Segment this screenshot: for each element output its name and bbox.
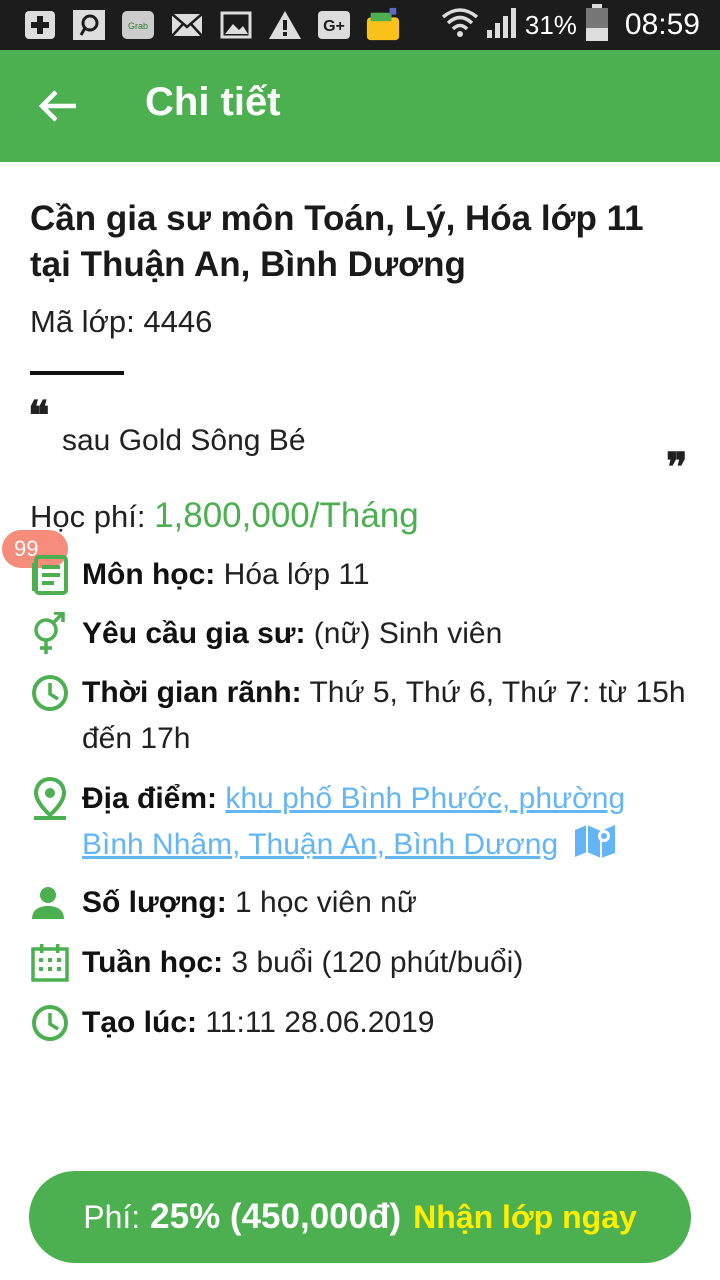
svg-text:Grab: Grab — [128, 21, 148, 31]
wifi-icon — [441, 6, 479, 45]
system-status: 31% 08:59 — [441, 0, 700, 50]
search-app-icon — [71, 9, 107, 41]
status-bar: Grab G+ 31% 08:59 — [0, 0, 720, 50]
image-icon — [218, 9, 254, 41]
time-label: Thời gian rãnh: — [82, 676, 302, 709]
clock: 08:59 — [624, 8, 700, 41]
detail-quantity: Số lượng: 1 học viên nữ — [30, 880, 690, 926]
plus-icon — [22, 9, 58, 41]
subject-value: Hóa lớp 11 — [215, 558, 370, 591]
service-fee: 25% (450,000đ) — [150, 1197, 402, 1236]
location-pin-icon — [30, 776, 82, 822]
detail-created-at: Tạo lúc: 11:11 28.06.2019 — [30, 1000, 690, 1046]
class-code-value: 4446 — [143, 304, 213, 339]
quote-close-icon: ❞ — [666, 444, 688, 491]
class-code-label: Mã lớp: — [30, 304, 144, 339]
calendar-icon — [30, 940, 82, 986]
back-button[interactable] — [28, 76, 88, 136]
svg-text:G+: G+ — [323, 18, 345, 35]
detail-free-time: Thời gian rãnh: Thứ 5, Thứ 6, Thứ 7: từ … — [30, 670, 690, 762]
accept-class-button[interactable]: Phí: 25% (450,000đ) Nhận lớp ngay — [29, 1171, 691, 1263]
document-icon — [30, 552, 82, 598]
map-icon[interactable] — [573, 822, 617, 874]
listing-note: sau Gold Sông Bé — [62, 424, 306, 457]
week-label: Tuần học: — [82, 946, 224, 979]
battery-icon — [585, 3, 609, 47]
app-bar: Chi tiết — [0, 50, 720, 162]
detail-subject: Môn học: Hóa lớp 11 — [30, 552, 690, 598]
detail-tutor-requirement: Yêu cầu gia sư: (nữ) Sinh viên — [30, 611, 690, 657]
location-label: Địa điểm: — [82, 782, 218, 815]
tuition-fee-label: Học phí: — [30, 499, 155, 534]
page-title: Chi tiết — [145, 80, 281, 124]
signal-icon — [485, 6, 519, 45]
clock-icon — [30, 670, 82, 716]
class-code: Mã lớp: 4446 — [30, 304, 212, 340]
battery-percent: 31% — [524, 9, 577, 40]
warning-icon — [267, 9, 303, 41]
detail-location: Địa điểm: khu phố Bình Phước, phường Bìn… — [30, 776, 690, 874]
created-label: Tạo lúc: — [82, 1006, 198, 1039]
google-plus-icon: G+ — [316, 9, 352, 41]
tuition-fee-value: 1,800,000/Tháng — [154, 496, 419, 535]
quantity-value: 1 học viên nữ — [226, 886, 417, 919]
week-value: 3 buổi (120 phút/buổi) — [223, 946, 524, 979]
notification-icons: Grab G+ — [22, 6, 414, 44]
wallet-icon — [365, 7, 401, 41]
quote-open-icon: ❝ — [28, 392, 50, 439]
detail-weekly-sessions: Tuần học: 3 buổi (120 phút/buổi) — [30, 940, 690, 986]
fee-prefix: Phí: — [83, 1198, 141, 1235]
accept-class-label: Nhận lớp ngay — [413, 1198, 637, 1235]
subject-label: Môn học: — [82, 558, 216, 591]
listing-title: Cần gia sư môn Toán, Lý, Hóa lớp 11 tại … — [30, 199, 644, 284]
mail-icon — [169, 9, 205, 41]
tutor-value: (nữ) Sinh viên — [305, 617, 503, 650]
gender-icon — [30, 611, 82, 657]
divider — [30, 371, 124, 375]
person-icon — [30, 880, 82, 926]
arrow-left-icon — [38, 90, 76, 122]
tuition-fee: Học phí: 1,800,000/Tháng — [30, 496, 419, 536]
created-value: 11:11 28.06.2019 — [197, 1006, 435, 1039]
quantity-label: Số lượng: — [82, 886, 227, 919]
grab-icon: Grab — [120, 9, 156, 41]
clock-icon — [30, 1000, 82, 1046]
tutor-label: Yêu cầu gia sư: — [82, 617, 306, 650]
